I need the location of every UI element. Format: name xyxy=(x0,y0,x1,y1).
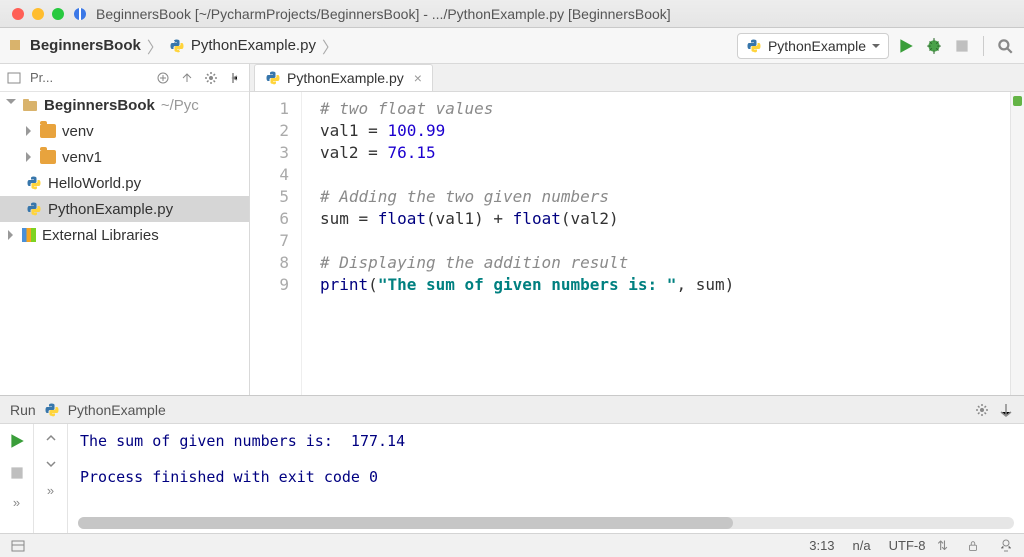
debug-button[interactable] xyxy=(923,35,945,57)
down-icon[interactable] xyxy=(43,456,59,472)
collapse-all-icon[interactable] xyxy=(155,70,171,86)
project-tool-window: Pr... BeginnersBook ~/Pyc venv venv1 Hello… xyxy=(0,64,250,395)
tree-item-label: PythonExample.py xyxy=(48,201,173,218)
ide-notifications-icon[interactable] xyxy=(998,538,1014,554)
chevron-right-icon: 〉 xyxy=(147,34,163,58)
tree-item[interactable]: HelloWorld.py xyxy=(0,170,249,196)
editor-tab[interactable]: PythonExample.py × xyxy=(254,64,433,91)
tree-external-libraries[interactable]: External Libraries xyxy=(0,222,249,248)
tree-item[interactable]: venv1 xyxy=(0,144,249,170)
mac-traffic-lights xyxy=(12,8,64,20)
tree-root-path: ~/Pyc xyxy=(161,97,199,114)
hide-icon[interactable] xyxy=(227,70,243,86)
gear-icon[interactable] xyxy=(203,70,219,86)
breadcrumb-project[interactable]: BeginnersBook xyxy=(30,37,141,54)
editor-code[interactable]: # two float valuesval1 = 100.99val2 = 76… xyxy=(302,92,1010,395)
inspection-ok-marker xyxy=(1013,96,1022,106)
editor-tab-bar: PythonExample.py × xyxy=(250,64,1024,92)
editor-tab-label: PythonExample.py xyxy=(287,70,404,86)
project-tool-header: Pr... xyxy=(0,64,249,92)
tree-root-name: BeginnersBook xyxy=(44,97,155,114)
editor-scrollbar[interactable] xyxy=(1010,92,1024,395)
cursor-position[interactable]: 3:13 xyxy=(809,538,834,553)
chevron-right-icon: 〉 xyxy=(322,34,338,58)
editor-area: PythonExample.py × 123456789 # two float… xyxy=(250,64,1024,395)
run-tool-config: PythonExample xyxy=(68,402,166,418)
up-icon[interactable] xyxy=(43,430,59,446)
insert-mode[interactable]: n/a xyxy=(853,538,871,553)
editor-gutter[interactable]: 123456789 xyxy=(250,92,302,395)
disclosure-open-icon[interactable] xyxy=(6,99,16,109)
console-output[interactable]: The sum of given numbers is: 177.14 Proc… xyxy=(68,424,1024,533)
rerun-button[interactable] xyxy=(6,430,28,452)
file-encoding[interactable]: UTF-8 ⇅ xyxy=(889,538,948,554)
toolbar: BeginnersBook 〉 PythonExample.py 〉 Pytho… xyxy=(0,28,1024,64)
gear-icon[interactable] xyxy=(974,402,990,418)
run-tool-window: Run PythonExample » » The sum of given n… xyxy=(0,395,1024,533)
disclosure-closed-icon[interactable] xyxy=(26,126,36,136)
folder-icon xyxy=(40,124,56,138)
run-tool-title: Run xyxy=(10,402,36,418)
tree-external-label: External Libraries xyxy=(42,227,159,244)
run-config-label: PythonExample xyxy=(768,38,866,54)
tree-item-label: venv xyxy=(62,123,94,140)
breadcrumb-file[interactable]: PythonExample.py xyxy=(191,37,316,54)
folder-icon xyxy=(40,150,56,164)
tree-item-label: HelloWorld.py xyxy=(48,175,141,192)
run-gutter-right: » xyxy=(34,424,68,533)
run-tool-header[interactable]: Run PythonExample xyxy=(0,396,1024,424)
stop-run-button[interactable] xyxy=(6,462,28,484)
python-file-icon xyxy=(26,175,42,191)
console-horizontal-scrollbar[interactable] xyxy=(78,517,1014,529)
run-gutter-left: » xyxy=(0,424,34,533)
disclosure-closed-icon[interactable] xyxy=(26,152,36,162)
breadcrumb[interactable]: BeginnersBook 〉 PythonExample.py 〉 xyxy=(8,34,338,58)
project-tree[interactable]: BeginnersBook ~/Pyc venv venv1 HelloWorld.… xyxy=(0,92,249,395)
search-button[interactable] xyxy=(994,35,1016,57)
run-config-dropdown[interactable]: PythonExample xyxy=(737,33,889,59)
project-view-icon[interactable] xyxy=(6,70,22,86)
read-only-toggle[interactable] xyxy=(966,539,980,553)
window-titlebar: BeginnersBook [~/PycharmProjects/Beginne… xyxy=(0,0,1024,28)
more-actions-button[interactable]: » xyxy=(43,482,59,498)
console-line xyxy=(80,450,1020,468)
tree-item[interactable]: venv xyxy=(0,118,249,144)
tree-item-label: venv1 xyxy=(62,149,102,166)
minimize-window-button[interactable] xyxy=(32,8,44,20)
console-line: The sum of given numbers is: 177.14 xyxy=(80,432,1020,450)
run-button[interactable] xyxy=(895,35,917,57)
stop-button[interactable] xyxy=(951,35,973,57)
python-file-icon xyxy=(26,201,42,217)
hide-run-panel-icon[interactable] xyxy=(998,402,1014,418)
scroll-to-source-icon[interactable] xyxy=(179,70,195,86)
close-tab-button[interactable]: × xyxy=(414,70,422,86)
zoom-window-button[interactable] xyxy=(52,8,64,20)
window-title: BeginnersBook [~/PycharmProjects/Beginne… xyxy=(96,6,671,22)
more-actions-button[interactable]: » xyxy=(9,494,25,510)
tool-window-quick-access-icon[interactable] xyxy=(10,538,26,554)
libraries-icon xyxy=(22,228,36,242)
app-icon xyxy=(72,6,88,22)
status-bar: 3:13 n/a UTF-8 ⇅ xyxy=(0,533,1024,557)
tree-item[interactable]: PythonExample.py xyxy=(0,196,249,222)
editor[interactable]: 123456789 # two float valuesval1 = 100.9… xyxy=(250,92,1024,395)
separator xyxy=(983,36,984,56)
console-line: Process finished with exit code 0 xyxy=(80,468,1020,486)
disclosure-closed-icon[interactable] xyxy=(8,230,18,240)
project-tool-title[interactable]: Pr... xyxy=(30,70,53,85)
close-window-button[interactable] xyxy=(12,8,24,20)
tree-root[interactable]: BeginnersBook ~/Pyc xyxy=(0,92,249,118)
